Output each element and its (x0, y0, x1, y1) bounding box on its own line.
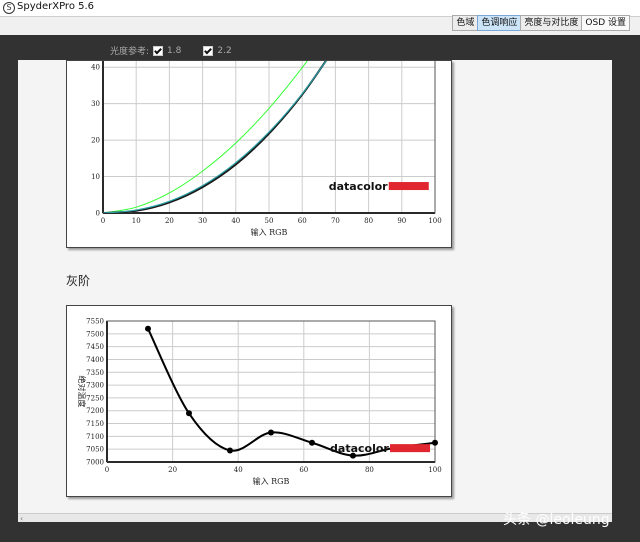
y-tick-label: 7150 (86, 420, 104, 428)
tab-brightness-contrast[interactable]: 亮度与对比度 (520, 15, 583, 31)
y-tick-label: 7300 (86, 382, 104, 390)
datacolor-logo: datacolor (330, 442, 389, 455)
data-point (309, 439, 315, 446)
datacolor-logo-bar (388, 182, 429, 191)
x-tick-label: 100 (428, 217, 441, 225)
window-title: SpyderXPro 5.6 (17, 1, 95, 12)
plot-frame (106, 320, 436, 463)
tab-tone-response[interactable]: 色调响应 (477, 15, 522, 31)
y-tick-label: 7350 (86, 369, 104, 377)
tab-gamut[interactable]: 色域 (452, 15, 479, 31)
x-tick-label: 70 (331, 217, 340, 225)
y-tick-label: 7550 (86, 318, 104, 326)
datacolor-logo: datacolor (329, 180, 388, 193)
y-tick-label: 7500 (86, 330, 104, 338)
x-tick-label: 40 (234, 466, 243, 474)
tone-response-chart: 0 10 20 30 40 50 60 70 80 90 100 0 10 20 30 40 datacolor… (66, 48, 452, 248)
app-logo-icon: S (3, 2, 15, 14)
x-axis-label: 输入 RGB (251, 227, 288, 237)
x-tick-label: 60 (298, 217, 307, 225)
y-tick-label: 30 (91, 100, 100, 108)
y-tick-label: 7100 (86, 433, 104, 441)
grayscale-plot: 0 20 40 60 80 100 7000 7050 7100 7150 7200 7250 7300… (77, 318, 442, 487)
reference-label: 光度参考: (110, 47, 150, 57)
data-point (268, 429, 274, 436)
scroll-left-icon[interactable]: ‹ (20, 514, 23, 523)
x-tick-label: 100 (428, 466, 441, 474)
y-tick-label: 7400 (86, 356, 104, 364)
x-tick-label: 90 (397, 217, 406, 225)
series-line-measured (103, 49, 336, 213)
data-point (186, 410, 192, 417)
gamma-2-2-label: 2.2 (217, 45, 232, 56)
grayscale-heading: 灰阶 (66, 274, 91, 288)
x-tick-label: 0 (105, 466, 109, 474)
tab-osd-settings[interactable]: OSD 设置 (581, 15, 630, 31)
data-point (227, 447, 233, 454)
data-point (432, 439, 438, 446)
x-tick-label: 60 (299, 466, 308, 474)
y-tick-label: 7450 (86, 343, 104, 351)
series-line-2.2 (103, 49, 336, 213)
checkbox-gamma-1-8[interactable] (153, 45, 164, 56)
y-tick-label: 7050 (86, 446, 104, 454)
x-tick-label: 10 (132, 217, 141, 225)
y-tick-label: 40 (91, 64, 100, 72)
x-tick-label: 30 (198, 217, 207, 225)
y-axis-label: 绝对温度 (77, 376, 87, 408)
grayscale-chart: 0 20 40 60 80 100 7000 7050 7100 7150 7200 7250 7300… (66, 305, 452, 497)
series-line-1.8 (103, 49, 317, 213)
checkbox-gamma-2-2[interactable] (203, 45, 214, 56)
y-tick-label: 0 (96, 210, 100, 218)
x-tick-label: 80 (365, 466, 374, 474)
x-tick-label: 80 (364, 217, 373, 225)
watermark: 头条 @leoleung (503, 512, 610, 528)
reference-options: 光度参考: 1.8 2.2 (110, 44, 232, 57)
y-tick-label: 20 (91, 137, 100, 145)
y-tick-label: 10 (91, 173, 100, 181)
x-tick-label: 0 (101, 217, 105, 225)
x-tick-label: 20 (165, 217, 174, 225)
x-tick-label: 50 (265, 217, 274, 225)
data-point (145, 325, 151, 332)
x-tick-label: 20 (168, 466, 177, 474)
y-tick-label: 7000 (86, 459, 104, 467)
gamma-1-8-label: 1.8 (167, 45, 182, 56)
tone-response-plot: 0 10 20 30 40 50 60 70 80 90 100 0 10 20 30 40 datacolor… (91, 48, 442, 237)
datacolor-logo-bar (390, 444, 431, 453)
y-tick-label: 7200 (86, 407, 104, 415)
x-axis-label: 输入 RGB (253, 476, 290, 486)
x-tick-label: 40 (231, 217, 240, 225)
y-tick-label: 7250 (86, 394, 104, 402)
tab-bar: 色域 色调响应 亮度与对比度 OSD 设置 (452, 15, 630, 31)
